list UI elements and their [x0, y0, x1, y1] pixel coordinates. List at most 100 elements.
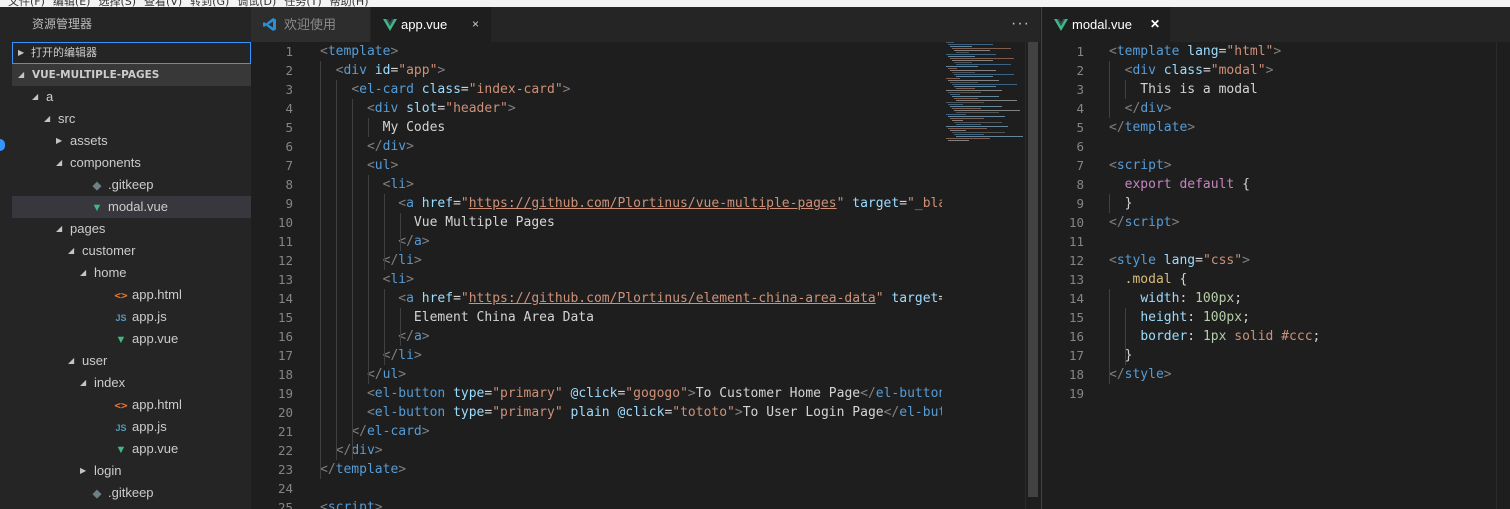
code-line[interactable]: <template> — [320, 42, 942, 61]
code-line[interactable]: <script> — [320, 498, 942, 509]
close-icon[interactable]: × — [472, 7, 479, 42]
code-line[interactable]: <el-card class="index-card"> — [320, 80, 942, 99]
code-line[interactable]: </div> — [1109, 99, 1499, 118]
tree-item[interactable]: ◢ index — [12, 372, 251, 394]
code-line[interactable]: <ul> — [320, 156, 942, 175]
code-line[interactable]: <el-button type="primary" @click="gogogo… — [320, 384, 942, 403]
code-token: ; — [1242, 310, 1250, 325]
code-token: > — [1163, 101, 1172, 116]
code-line[interactable]: </el-card> — [320, 422, 942, 441]
tree-item[interactable]: ▼ app.vue — [12, 328, 251, 350]
minimap-line — [952, 120, 963, 121]
tree-item[interactable]: JS app.js — [12, 306, 251, 328]
code-line[interactable] — [320, 479, 942, 498]
vertical-scrollbar[interactable] — [1025, 42, 1040, 509]
menu-item[interactable]: 调试(D) — [237, 0, 276, 7]
code-line[interactable] — [1109, 232, 1499, 251]
menu-item[interactable]: 查看(V) — [144, 0, 182, 7]
code-line[interactable]: Vue Multiple Pages — [320, 213, 942, 232]
code-line[interactable]: <template lang="html"> — [1109, 42, 1499, 61]
code-line[interactable]: </div> — [320, 137, 942, 156]
tree-item[interactable]: ◢ customer — [12, 240, 251, 262]
tree-item[interactable]: ◢ home — [12, 262, 251, 284]
more-actions-button[interactable]: ··· — [1011, 7, 1030, 40]
tree-item[interactable]: ◆ .gitkeep — [12, 482, 251, 504]
tree-item-label: app.js — [132, 419, 167, 434]
code-line[interactable]: } — [1109, 194, 1499, 213]
code-line[interactable]: </div> — [320, 441, 942, 460]
vertical-scrollbar[interactable] — [1496, 42, 1510, 509]
code-line[interactable]: </li> — [320, 251, 942, 270]
code-line[interactable]: </a> — [320, 327, 942, 346]
code-line[interactable]: <script> — [1109, 156, 1499, 175]
tree-item[interactable]: <> app.html — [12, 284, 251, 306]
menu-item[interactable]: 文件(F) — [8, 0, 45, 7]
chevron-down-icon: ◢ — [68, 356, 75, 365]
open-editors-section[interactable]: ▶ 打开的编辑器 — [12, 42, 251, 64]
code-line[interactable] — [1109, 384, 1499, 403]
tree-item[interactable]: ▼ app.vue — [12, 438, 251, 460]
editor-right[interactable]: 1 2 3 4 5 6 7 8 9 10 11 12 13 14 15 16 17 18 19 <template … — [1042, 42, 1510, 509]
code-line[interactable]: </ul> — [320, 365, 942, 384]
code-line[interactable]: </li> — [320, 346, 942, 365]
code-line[interactable]: <li> — [320, 270, 942, 289]
code-line[interactable]: } — [1109, 346, 1499, 365]
menu-item[interactable]: 选择(S) — [98, 0, 136, 7]
minimap[interactable] — [944, 42, 1024, 152]
code-line[interactable]: </a> — [320, 232, 942, 251]
tab-modal-vue[interactable]: modal.vue ✕ — [1042, 7, 1170, 42]
code-line[interactable]: <div slot="header"> — [320, 99, 942, 118]
menu-item[interactable]: 编辑(E) — [53, 0, 91, 7]
tree-item[interactable]: ◢ components — [12, 152, 251, 174]
menu-item[interactable]: 任务(T) — [284, 0, 321, 7]
code-token: "index-card" — [468, 82, 563, 97]
tree-item[interactable]: ◢ user — [12, 350, 251, 372]
minimap-line — [954, 98, 978, 99]
code-line[interactable]: <a href="https://github.com/Plortinus/vu… — [320, 194, 942, 213]
tree-item[interactable]: ▶ login — [12, 460, 251, 482]
tab-app-vue[interactable]: app.vue × — [371, 7, 491, 42]
code-line[interactable]: <style lang="css"> — [1109, 251, 1499, 270]
line-number: 19 — [1068, 386, 1084, 401]
tree-item[interactable]: ◢ src — [12, 108, 251, 130]
code-line[interactable]: This is a modal — [1109, 80, 1499, 99]
code-token: @click — [617, 405, 665, 420]
code-line[interactable]: </template> — [1109, 118, 1499, 137]
tree-item[interactable]: JS app.js — [12, 416, 251, 438]
project-section[interactable]: ◢ VUE-MULTIPLE-PAGES — [12, 64, 251, 86]
code-line[interactable]: <el-button type="primary" plain @click="… — [320, 403, 942, 422]
tree-item[interactable]: <> app.html — [12, 394, 251, 416]
code-line[interactable]: Element China Area Data — [320, 308, 942, 327]
code-area[interactable]: <template lang="html"> <div class="modal… — [1109, 42, 1499, 403]
code-line[interactable]: <li> — [320, 175, 942, 194]
editor-group-left: 欢迎使用 app.vue × ··· 1 2 3 4 5 6 7 8 9 10 11 12 13 14 15… — [251, 7, 1040, 509]
menu-item[interactable]: 帮助(H) — [330, 0, 369, 7]
menu-item[interactable]: 转到(G) — [190, 0, 229, 7]
scrollbar-thumb[interactable] — [1028, 42, 1038, 497]
tab-welcome[interactable]: 欢迎使用 — [251, 7, 370, 42]
code-line[interactable]: My Codes — [320, 118, 942, 137]
code-line[interactable]: export default { — [1109, 175, 1499, 194]
tree-item[interactable]: ◢ pages — [12, 218, 251, 240]
code-line[interactable]: <div id="app"> — [320, 61, 942, 80]
editor-left[interactable]: 1 2 3 4 5 6 7 8 9 10 11 12 13 14 15 16 17 18 19 20 21 22 23 24 2… — [251, 42, 1040, 509]
code-line[interactable]: width: 100px; — [1109, 289, 1499, 308]
code-line[interactable]: </style> — [1109, 365, 1499, 384]
code-line[interactable]: </script> — [1109, 213, 1499, 232]
tree-item[interactable]: ▼ modal.vue — [12, 196, 251, 218]
tree-item[interactable]: ◢ a — [12, 86, 251, 108]
code-line[interactable]: border: 1px solid #ccc; — [1109, 327, 1499, 346]
code-line[interactable]: .modal { — [1109, 270, 1499, 289]
code-line[interactable] — [1109, 137, 1499, 156]
minimap-line — [954, 86, 996, 87]
code-line[interactable]: height: 100px; — [1109, 308, 1499, 327]
tree-item[interactable]: ▶ assets — [12, 130, 251, 152]
code-area[interactable]: <template> <div id="app"> <el-card class… — [320, 42, 942, 509]
code-line[interactable]: <a href="https://github.com/Plortinus/el… — [320, 289, 942, 308]
indent-guide — [320, 61, 321, 479]
code-line[interactable]: </template> — [320, 460, 942, 479]
tree-item[interactable]: ◆ .gitkeep — [12, 174, 251, 196]
code-line[interactable]: <div class="modal"> — [1109, 61, 1499, 80]
close-icon[interactable]: ✕ — [1150, 7, 1160, 42]
